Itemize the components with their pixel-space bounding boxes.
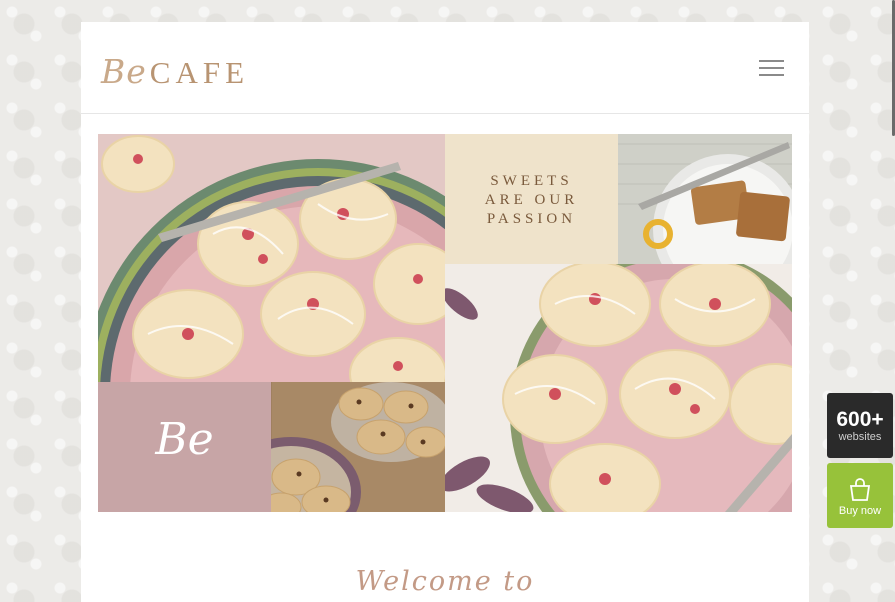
tagline-line-1: SWEETS bbox=[490, 173, 573, 189]
tagline-line-3: PASSION bbox=[486, 211, 577, 227]
site-header: Be CAFE bbox=[81, 22, 809, 114]
hero-banner: SWEETS ARE OUR PASSION Be bbox=[98, 134, 792, 512]
granola-bars-image bbox=[618, 134, 792, 264]
site-wrapper: Be CAFE SWEETS ARE OUR PASSION Be Welcom… bbox=[81, 22, 809, 602]
welcome-heading: Welcome to bbox=[355, 566, 535, 597]
websites-count-widget[interactable]: 600+ websites bbox=[827, 393, 893, 458]
logo-be-text: Be bbox=[101, 52, 147, 91]
choc-chip-cookies-image bbox=[271, 382, 445, 512]
banner-be-text: Be bbox=[155, 414, 214, 465]
logo-cafe-text: CAFE bbox=[149, 55, 250, 90]
buy-now-button[interactable]: Buy now bbox=[827, 463, 893, 528]
site-logo[interactable]: Be CAFE bbox=[101, 52, 249, 91]
cookies-plate-image-2 bbox=[445, 264, 792, 512]
shopping-bag-icon bbox=[847, 477, 873, 501]
tagline-text: SWEETS ARE OUR PASSION bbox=[445, 172, 618, 229]
cookies-plate-image bbox=[98, 134, 445, 382]
be-tile: Be bbox=[98, 382, 271, 512]
hamburger-menu-icon[interactable] bbox=[759, 60, 784, 76]
buy-now-label: Buy now bbox=[838, 505, 882, 517]
websites-count: 600+ bbox=[836, 408, 884, 431]
websites-label: websites bbox=[838, 431, 882, 443]
tagline-line-2: ARE OUR bbox=[484, 192, 579, 208]
tagline-tile: SWEETS ARE OUR PASSION bbox=[445, 134, 618, 264]
